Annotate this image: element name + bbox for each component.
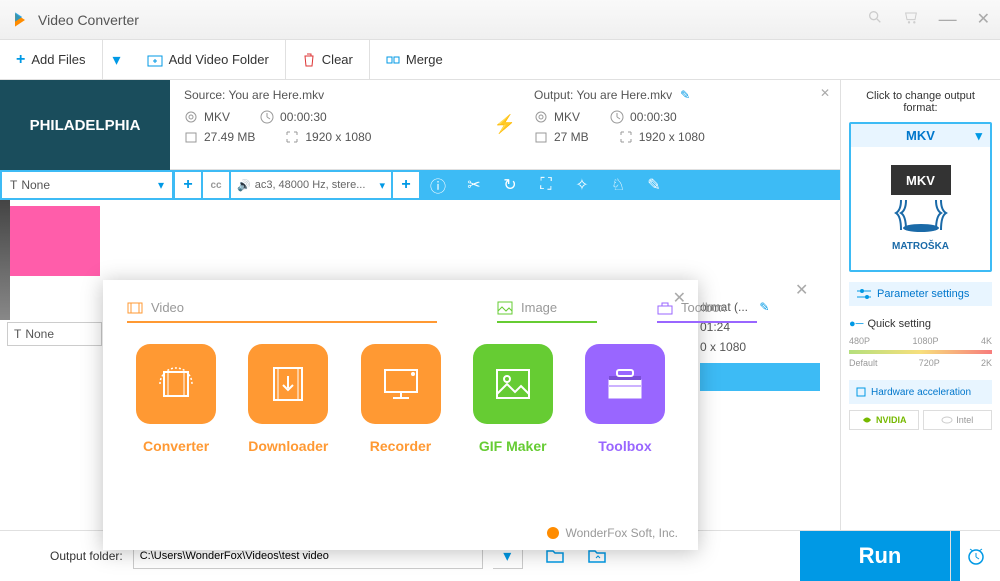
rotate-icon[interactable]: ↻ [492, 170, 528, 200]
tile-downloader[interactable]: Downloader [239, 344, 337, 454]
merge-icon [386, 53, 400, 67]
cc-button[interactable]: cc [203, 172, 229, 198]
quick-setting-label: ●─Quick setting [849, 318, 992, 330]
tools-popup: ✕ Video Image Toolbox Converter [103, 280, 698, 550]
tab-image[interactable]: Image [497, 300, 597, 323]
tab-video[interactable]: Video [127, 300, 437, 323]
schedule-button[interactable] [950, 531, 1000, 581]
video-tab-icon [127, 301, 143, 315]
file2-action-bar-fragment [700, 363, 820, 391]
video-thumbnail-2[interactable] [10, 206, 100, 276]
app-title: Video Converter [38, 12, 139, 28]
chip-icon [855, 386, 867, 398]
file2-edge [0, 200, 10, 320]
toolbox-tab-icon [657, 301, 673, 315]
minimize-button[interactable]: — [939, 9, 957, 30]
mkv-icon: MKV [891, 165, 951, 195]
add-files-dropdown[interactable]: ▾ [103, 50, 131, 70]
add-audio-button[interactable]: + [393, 172, 419, 198]
popup-footer: WonderFox Soft, Inc. [546, 526, 679, 540]
add-folder-button[interactable]: Add Video Folder [131, 40, 286, 79]
tile-converter[interactable]: Converter [127, 344, 225, 454]
edit-output-button[interactable]: ✎ [680, 88, 690, 102]
file-item-1: PHILADELPHIA Source: You are Here.mkv MK… [0, 80, 840, 170]
image-tab-icon [497, 301, 513, 315]
trash-icon [302, 53, 316, 67]
crop-icon[interactable]: ⛶ [528, 170, 564, 200]
popup-close-button[interactable]: ✕ [673, 288, 686, 308]
output-filename: Output: You are Here.mkv✎ [534, 88, 826, 102]
cart-icon[interactable] [903, 9, 919, 30]
sliders-icon [857, 288, 871, 300]
output-panel: Click to change output format: MKV▾ MKV … [840, 80, 1000, 530]
remove-file-button[interactable]: ✕ [820, 86, 830, 100]
tile-gif-maker[interactable]: GIF Maker [464, 344, 562, 454]
subtitle-select-2[interactable]: TNone [7, 322, 102, 346]
tile-toolbox[interactable]: Toolbox [576, 344, 674, 454]
tile-recorder[interactable]: Recorder [351, 344, 449, 454]
quality-slider[interactable]: 480P1080P4K Default720P2K [849, 336, 992, 368]
folder-plus-icon [147, 53, 163, 67]
info-icon[interactable]: ⓘ [420, 170, 456, 200]
intel-button[interactable]: Intel [923, 410, 993, 430]
subtitle-select[interactable]: TNone▾ [2, 172, 172, 198]
app-logo: Video Converter [10, 10, 139, 30]
edit-icon[interactable]: ✎ [636, 170, 672, 200]
add-subtitle-button[interactable]: + [175, 172, 201, 198]
parameter-settings-button[interactable]: Parameter settings [849, 282, 992, 306]
video-thumbnail[interactable]: PHILADELPHIA [0, 80, 170, 170]
audio-select[interactable]: 🔊ac3, 48000 Hz, stere...▾ [231, 172, 391, 198]
main-toolbar: +Add Files ▾ Add Video Folder Clear Merg… [0, 40, 1000, 80]
hardware-accel-button[interactable]: Hardware acceleration [849, 380, 992, 404]
output-format-selector[interactable]: MKV▾ MKV MATROŠKA [849, 122, 992, 272]
remove-file2-button[interactable]: ✕ [795, 280, 808, 300]
output-format-label: Click to change output format: [849, 90, 992, 114]
app-icon [10, 10, 30, 30]
add-files-button[interactable]: +Add Files [0, 40, 103, 79]
wonderfox-icon [546, 526, 560, 540]
nvidia-button[interactable]: NVIDIA [849, 410, 919, 430]
output-folder-label: Output folder: [50, 549, 123, 563]
cut-icon[interactable]: ✂ [456, 170, 492, 200]
edit-output-2-button[interactable]: ✎ [759, 300, 769, 314]
search-icon[interactable] [867, 9, 883, 30]
run-button[interactable]: Run [800, 531, 960, 581]
watermark-icon[interactable]: ♘ [600, 170, 636, 200]
lightning-icon: ⚡ [490, 80, 520, 169]
source-info: Source: You are Here.mkv MKV 00:00:30 27… [170, 80, 490, 169]
source-filename: Source: You are Here.mkv [184, 88, 476, 102]
effects-icon[interactable]: ✧ [564, 170, 600, 200]
merge-button[interactable]: Merge [370, 40, 459, 79]
file-action-bar: TNone▾ + cc 🔊ac3, 48000 Hz, stere...▾ + … [0, 170, 840, 200]
clear-button[interactable]: Clear [286, 40, 370, 79]
matroska-label: MATROŠKA [892, 241, 949, 252]
close-button[interactable]: ✕ [977, 9, 990, 30]
output-info: ✕ Output: You are Here.mkv✎ MKV 00:00:30… [520, 80, 840, 169]
title-bar: Video Converter — ✕ [0, 0, 1000, 40]
